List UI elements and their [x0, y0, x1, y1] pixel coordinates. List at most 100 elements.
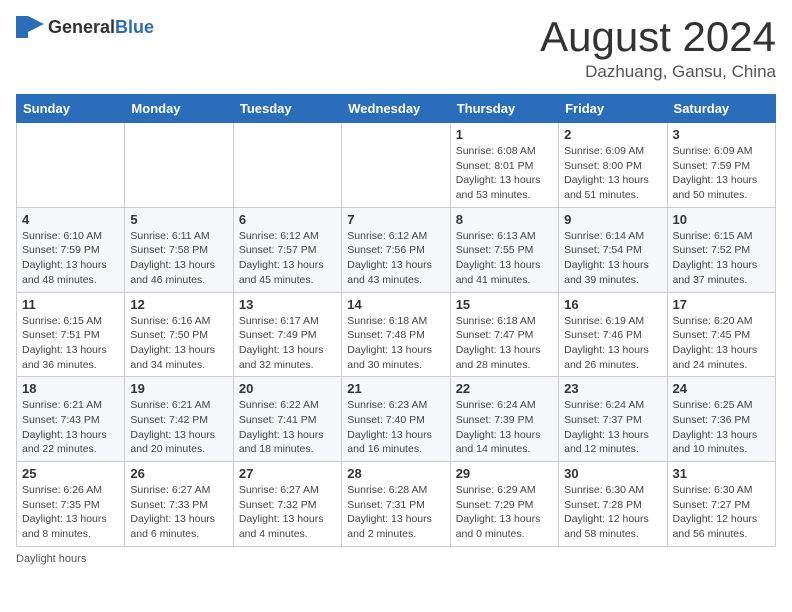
day-cell: 15 Sunrise: 6:18 AMSunset: 7:47 PMDayligh… [450, 292, 558, 377]
day-detail: Sunrise: 6:13 AMSunset: 7:55 PMDaylight:… [456, 229, 553, 288]
day-detail: Sunrise: 6:09 AMSunset: 7:59 PMDaylight:… [673, 144, 770, 203]
day-cell: 20 Sunrise: 6:22 AMSunset: 7:41 PMDayligh… [233, 377, 341, 462]
daylight-label: Daylight hours [16, 553, 86, 565]
weekday-header-wednesday: Wednesday [342, 95, 450, 123]
weekday-header-sunday: Sunday [17, 95, 125, 123]
day-cell: 13Sunrise: 6:17 AMSunset: 7:49 PMDayligh… [233, 292, 341, 377]
day-cell: 16 Sunrise: 6:19 AMSunset: 7:46 PMDayligh… [559, 292, 667, 377]
day-number: 17 [673, 297, 770, 312]
weekday-header-row: SundayMondayTuesdayWednesdayThursdayFrid… [17, 95, 776, 123]
day-number: 10 [673, 212, 770, 227]
day-detail: Sunrise: 6:29 AMSunset: 7:29 PMDaylight:… [456, 483, 553, 542]
day-cell [233, 123, 341, 208]
day-detail: Sunrise: 6:23 AMSunset: 7:40 PMDaylight:… [347, 398, 444, 457]
week-row-2: 11 Sunrise: 6:15 AMSunset: 7:51 PMDayligh… [17, 292, 776, 377]
header: GeneralBlue August 2024 Dazhuang, Gansu,… [16, 16, 776, 82]
day-number: 4 [22, 212, 119, 227]
day-number: 25 [22, 466, 119, 481]
day-number: 13 [239, 297, 336, 312]
day-detail: Sunrise: 6:18 AMSunset: 7:47 PMDaylight:… [456, 314, 553, 373]
day-number: 11 [22, 297, 119, 312]
month-year-title: August 2024 [540, 16, 776, 58]
day-detail: Sunrise: 6:19 AMSunset: 7:46 PMDaylight:… [564, 314, 661, 373]
day-detail: Sunrise: 6:27 AMSunset: 7:33 PMDaylight:… [130, 483, 227, 542]
day-number: 2 [564, 127, 661, 142]
day-detail: Sunrise: 6:15 AMSunset: 7:51 PMDaylight:… [22, 314, 119, 373]
day-detail: Sunrise: 6:09 AMSunset: 8:00 PMDaylight:… [564, 144, 661, 203]
day-number: 6 [239, 212, 336, 227]
day-cell: 6Sunrise: 6:12 AMSunset: 7:57 PMDaylight… [233, 207, 341, 292]
day-cell: 3 Sunrise: 6:09 AMSunset: 7:59 PMDaylight… [667, 123, 775, 208]
day-number: 20 [239, 381, 336, 396]
day-number: 30 [564, 466, 661, 481]
day-cell: 18Sunrise: 6:21 AMSunset: 7:43 PMDayligh… [17, 377, 125, 462]
week-row-4: 25 Sunrise: 6:26 AMSunset: 7:35 PMDayligh… [17, 462, 776, 547]
day-cell: 17 Sunrise: 6:20 AMSunset: 7:45 PMDayligh… [667, 292, 775, 377]
day-number: 15 [456, 297, 553, 312]
day-detail: Sunrise: 6:20 AMSunset: 7:45 PMDaylight:… [673, 314, 770, 373]
day-cell: 25 Sunrise: 6:26 AMSunset: 7:35 PMDayligh… [17, 462, 125, 547]
day-cell: 11 Sunrise: 6:15 AMSunset: 7:51 PMDayligh… [17, 292, 125, 377]
day-detail: Sunrise: 6:15 AMSunset: 7:52 PMDaylight:… [673, 229, 770, 288]
day-cell: 22Sunrise: 6:24 AMSunset: 7:39 PMDayligh… [450, 377, 558, 462]
day-number: 21 [347, 381, 444, 396]
day-number: 16 [564, 297, 661, 312]
logo-icon [16, 16, 44, 38]
day-cell: 12 Sunrise: 6:16 AMSunset: 7:50 PMDayligh… [125, 292, 233, 377]
day-number: 31 [673, 466, 770, 481]
day-number: 22 [456, 381, 553, 396]
day-cell [125, 123, 233, 208]
day-detail: Sunrise: 6:30 AMSunset: 7:28 PMDaylight:… [564, 483, 661, 542]
day-detail: Sunrise: 6:30 AMSunset: 7:27 PMDaylight:… [673, 483, 770, 542]
calendar-table: SundayMondayTuesdayWednesdayThursdayFrid… [16, 94, 776, 547]
day-cell: 7 Sunrise: 6:12 AMSunset: 7:56 PMDaylight… [342, 207, 450, 292]
day-cell: 27 Sunrise: 6:27 AMSunset: 7:32 PMDayligh… [233, 462, 341, 547]
day-cell: 24Sunrise: 6:25 AMSunset: 7:36 PMDayligh… [667, 377, 775, 462]
day-cell: 19Sunrise: 6:21 AMSunset: 7:42 PMDayligh… [125, 377, 233, 462]
day-cell: 5Sunrise: 6:11 AMSunset: 7:58 PMDaylight… [125, 207, 233, 292]
day-detail: Sunrise: 6:27 AMSunset: 7:32 PMDaylight:… [239, 483, 336, 542]
day-cell: 9Sunrise: 6:14 AMSunset: 7:54 PMDaylight… [559, 207, 667, 292]
week-row-0: 1 Sunrise: 6:08 AMSunset: 8:01 PMDaylight… [17, 123, 776, 208]
footer-note: Daylight hours [16, 553, 776, 565]
day-number: 9 [564, 212, 661, 227]
day-detail: Sunrise: 6:18 AMSunset: 7:48 PMDaylight:… [347, 314, 444, 373]
weekday-header-friday: Friday [559, 95, 667, 123]
title-area: August 2024 Dazhuang, Gansu, China [540, 16, 776, 82]
weekday-header-monday: Monday [125, 95, 233, 123]
day-detail: Sunrise: 6:11 AMSunset: 7:58 PMDaylight:… [130, 229, 227, 288]
day-cell [17, 123, 125, 208]
weekday-header-tuesday: Tuesday [233, 95, 341, 123]
day-cell: 23Sunrise: 6:24 AMSunset: 7:37 PMDayligh… [559, 377, 667, 462]
day-detail: Sunrise: 6:28 AMSunset: 7:31 PMDaylight:… [347, 483, 444, 542]
day-cell: 28 Sunrise: 6:28 AMSunset: 7:31 PMDayligh… [342, 462, 450, 547]
day-number: 28 [347, 466, 444, 481]
day-number: 23 [564, 381, 661, 396]
day-cell: 29Sunrise: 6:29 AMSunset: 7:29 PMDayligh… [450, 462, 558, 547]
day-number: 3 [673, 127, 770, 142]
day-detail: Sunrise: 6:16 AMSunset: 7:50 PMDaylight:… [130, 314, 227, 373]
day-detail: Sunrise: 6:10 AMSunset: 7:59 PMDaylight:… [22, 229, 119, 288]
day-detail: Sunrise: 6:22 AMSunset: 7:41 PMDaylight:… [239, 398, 336, 457]
day-detail: Sunrise: 6:12 AMSunset: 7:56 PMDaylight:… [347, 229, 444, 288]
day-number: 27 [239, 466, 336, 481]
week-row-3: 18Sunrise: 6:21 AMSunset: 7:43 PMDayligh… [17, 377, 776, 462]
day-cell: 8 Sunrise: 6:13 AMSunset: 7:55 PMDaylight… [450, 207, 558, 292]
day-number: 1 [456, 127, 553, 142]
day-number: 12 [130, 297, 227, 312]
day-cell: 14 Sunrise: 6:18 AMSunset: 7:48 PMDayligh… [342, 292, 450, 377]
day-detail: Sunrise: 6:25 AMSunset: 7:36 PMDaylight:… [673, 398, 770, 457]
day-number: 7 [347, 212, 444, 227]
logo-blue-text: Blue [115, 17, 154, 37]
day-detail: Sunrise: 6:08 AMSunset: 8:01 PMDaylight:… [456, 144, 553, 203]
weekday-header-saturday: Saturday [667, 95, 775, 123]
week-row-1: 4 Sunrise: 6:10 AMSunset: 7:59 PMDaylight… [17, 207, 776, 292]
day-number: 26 [130, 466, 227, 481]
day-detail: Sunrise: 6:26 AMSunset: 7:35 PMDaylight:… [22, 483, 119, 542]
day-number: 14 [347, 297, 444, 312]
logo: GeneralBlue [16, 16, 154, 38]
day-number: 18 [22, 381, 119, 396]
day-cell: 4 Sunrise: 6:10 AMSunset: 7:59 PMDaylight… [17, 207, 125, 292]
day-cell: 10 Sunrise: 6:15 AMSunset: 7:52 PMDayligh… [667, 207, 775, 292]
day-number: 8 [456, 212, 553, 227]
